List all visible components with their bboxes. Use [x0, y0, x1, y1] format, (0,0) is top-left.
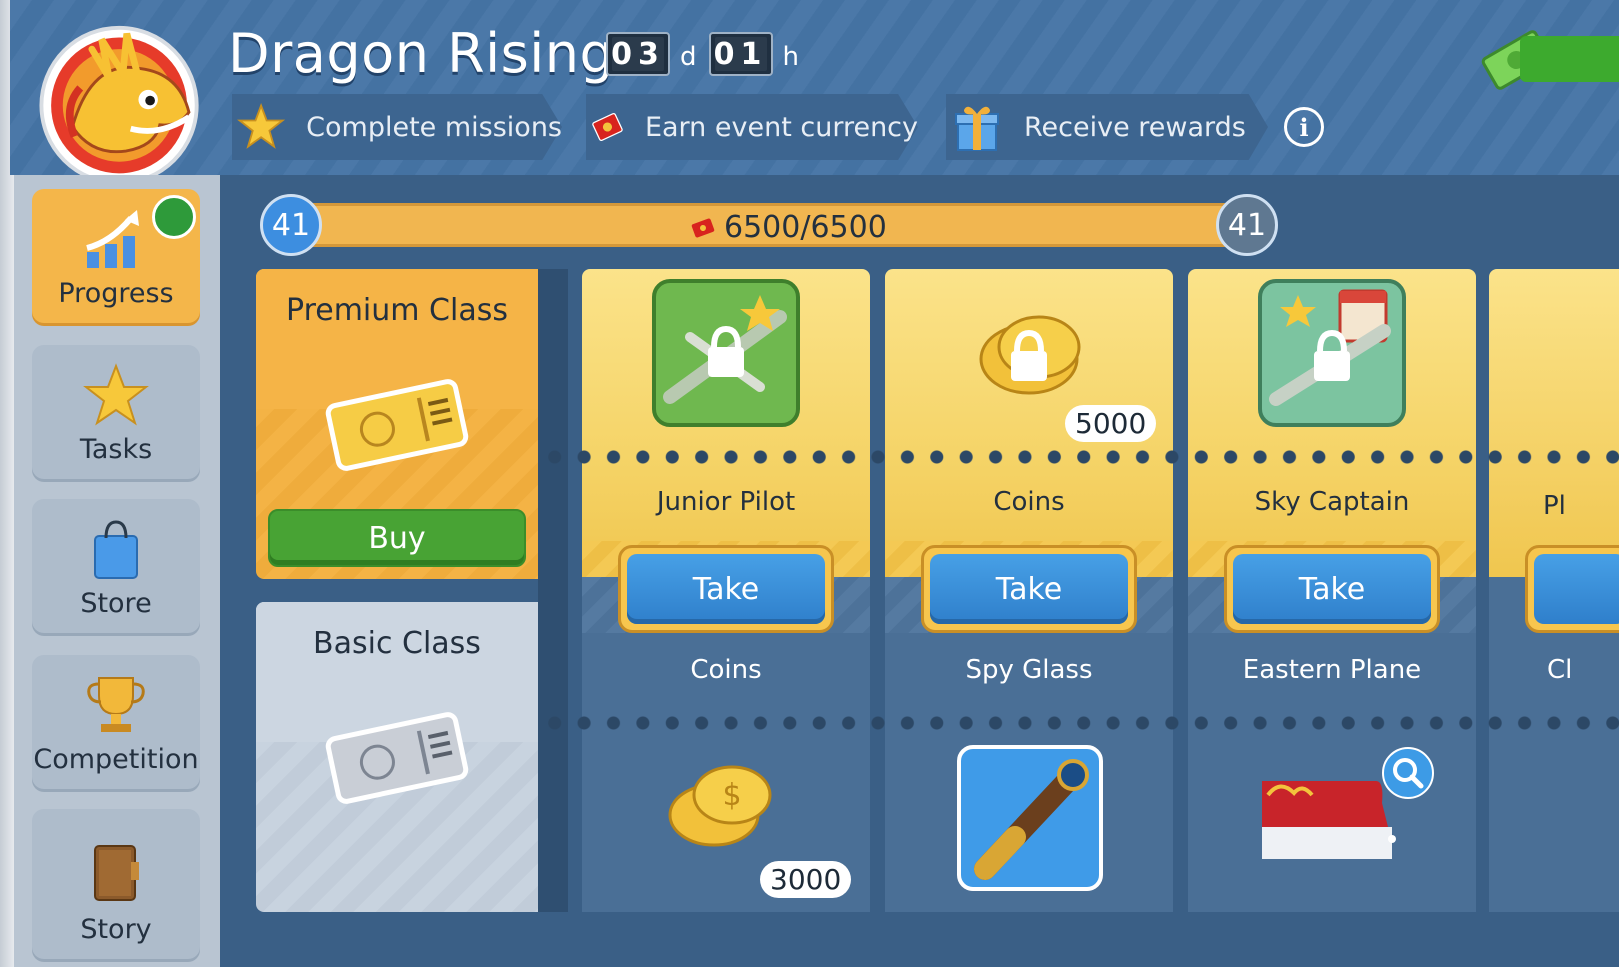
- premium-class-card: Premium Class Buy: [256, 269, 538, 579]
- take-button[interactable]: Take: [618, 545, 834, 633]
- svg-text:$: $: [722, 778, 741, 813]
- event-header: Dragon Rising 03 d 01 h Complete mission…: [10, 0, 1619, 185]
- info-icon[interactable]: i: [1284, 107, 1324, 147]
- reward-column: Sky Captain Take Eastern Plane: [1188, 269, 1476, 912]
- event-timer: 03 d 01 h: [606, 32, 805, 76]
- gold-ticket-icon: [325, 379, 469, 471]
- game-screen: Dragon Rising 03 d 01 h Complete mission…: [0, 0, 1619, 967]
- basic-reward-name: Spy Glass: [965, 655, 1093, 685]
- sidebar-item-tasks[interactable]: Tasks: [32, 345, 200, 479]
- progress-points: 6500/6500: [690, 210, 887, 245]
- shopping-bag-icon: [94, 520, 138, 579]
- days-value: 03: [611, 36, 665, 72]
- search-icon[interactable]: [1382, 747, 1434, 799]
- take-button[interactable]: Take: [1224, 545, 1440, 633]
- premium-reward-name: Pl: [1543, 491, 1566, 521]
- progress-bar: 41 41 6500/6500: [260, 194, 1278, 256]
- dragon-emblem-icon: [39, 25, 199, 185]
- book-icon: [94, 845, 139, 901]
- premium-reward-slot: [1489, 269, 1619, 577]
- step-complete-missions[interactable]: Complete missions: [232, 94, 562, 160]
- column-divider: [538, 269, 568, 912]
- reward-amount-badge: 5000: [1065, 405, 1157, 442]
- step-label: Receive rewards: [1024, 111, 1246, 143]
- reward-column: 5000 Coins Take Spy Glass: [885, 269, 1173, 912]
- silver-ticket-icon: [325, 712, 469, 804]
- progress-points-text: 6500/6500: [724, 210, 887, 245]
- sidebar-item-label: Story: [80, 914, 152, 945]
- next-level-badge: 41: [1216, 194, 1278, 256]
- track-dots: [540, 448, 1619, 466]
- spyglass-icon[interactable]: [955, 743, 1105, 893]
- sidebar-item-store[interactable]: Store: [32, 499, 200, 633]
- take-button-face: [1534, 554, 1619, 624]
- hours-value: 01: [713, 36, 768, 72]
- days-counter: 03: [606, 32, 670, 76]
- gift-icon: [955, 106, 999, 151]
- basic-reward-name: Eastern Plane: [1242, 655, 1422, 685]
- basic-class-title: Basic Class: [313, 626, 481, 661]
- premium-class-title: Premium Class: [286, 293, 508, 328]
- currency-bar[interactable]: [1520, 36, 1619, 82]
- event-title: Dragon Rising: [228, 22, 615, 85]
- take-button-label: Take: [930, 554, 1128, 624]
- star-icon: [237, 102, 286, 149]
- basic-reward-name: Coins: [690, 655, 762, 685]
- sidebar-item-label: Progress: [58, 278, 174, 309]
- sidebar-item-story[interactable]: Story: [32, 809, 200, 959]
- hours-unit: h: [782, 42, 799, 72]
- reward-column-partial: Pl Cl: [1489, 269, 1619, 912]
- sidebar-item-progress[interactable]: Progress: [32, 189, 200, 323]
- red-envelope-icon: [592, 112, 623, 142]
- gift-badge: [152, 195, 196, 239]
- days-unit: d: [680, 42, 697, 72]
- sidebar: Progress Tasks Store Competition Story: [14, 175, 220, 967]
- step-receive-rewards[interactable]: Receive rewards: [946, 94, 1268, 160]
- locked-plane-avatar-icon[interactable]: [650, 277, 802, 429]
- star-icon: [83, 363, 149, 426]
- red-envelope-icon: [691, 218, 715, 237]
- locked-plane-calendar-icon[interactable]: [1256, 277, 1408, 429]
- premium-reward-name: Coins: [993, 487, 1065, 517]
- trophy-icon: [87, 677, 145, 732]
- premium-reward-name: Junior Pilot: [656, 487, 796, 517]
- hours-counter: 01: [708, 32, 773, 76]
- premium-reward-name: Sky Captain: [1254, 487, 1410, 517]
- sidebar-item-competition[interactable]: Competition: [32, 655, 200, 789]
- take-button-label: Take: [1233, 554, 1431, 624]
- sidebar-item-label: Store: [80, 588, 152, 619]
- step-earn-currency[interactable]: Earn event currency: [586, 94, 918, 160]
- basic-reward-name: Cl: [1547, 655, 1573, 685]
- basic-class-card: Basic Class: [256, 602, 538, 912]
- progress-chart-icon: [86, 210, 139, 268]
- reward-column: Junior Pilot Take Coins $ 3000: [582, 269, 870, 912]
- take-button[interactable]: Take: [921, 545, 1137, 633]
- take-button[interactable]: [1525, 545, 1619, 633]
- step-label: Earn event currency: [644, 111, 918, 143]
- buy-button[interactable]: Buy: [268, 509, 526, 567]
- step-label: Complete missions: [306, 111, 562, 143]
- sidebar-item-label: Competition: [33, 744, 199, 775]
- track-dots: [540, 714, 1619, 732]
- take-button-label: Take: [627, 554, 825, 624]
- sidebar-item-label: Tasks: [79, 434, 153, 465]
- reward-amount-badge: 3000: [760, 861, 852, 898]
- current-level-badge: 41: [260, 194, 322, 256]
